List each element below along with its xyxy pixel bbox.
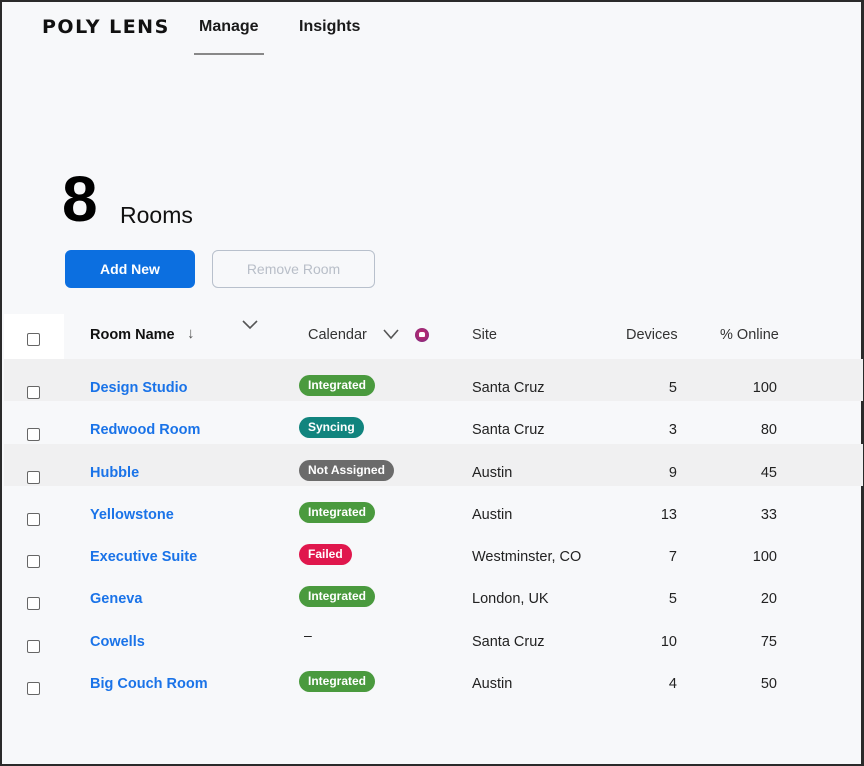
table-row: Cowells – Santa Cruz 10 75 [4, 613, 863, 655]
active-tab-indicator [194, 53, 264, 55]
row-checkbox[interactable] [27, 386, 40, 399]
devices-cell: 5 [668, 591, 677, 608]
table-row: Redwood Room Syncing Santa Cruz 3 80 [4, 401, 863, 443]
table-header: Room Name ↓ Calendar Site Devices % Onli… [4, 314, 863, 364]
rooms-table-body: Design Studio Integrated Santa Cruz 5 100 Red… [4, 359, 863, 697]
devices-cell: 9 [668, 464, 677, 481]
calendar-status-badge: Integrated [299, 586, 376, 608]
site-cell: Santa Cruz [472, 380, 545, 396]
app-window: POLY LENS Manage Insights 8 Rooms Add Ne… [0, 0, 864, 766]
arrow-down-icon[interactable]: ↓ [187, 325, 195, 342]
row-checkbox[interactable] [27, 639, 40, 653]
site-cell: Austin [472, 464, 513, 481]
room-count: 8 [62, 163, 98, 235]
site-cell: Austin [472, 506, 513, 523]
row-checkbox[interactable] [27, 428, 40, 442]
add-new-button[interactable]: Add New [65, 250, 195, 288]
row-checkbox[interactable] [27, 512, 40, 526]
row-checkbox[interactable] [27, 597, 40, 611]
remove-room-button[interactable]: Remove Room [212, 250, 375, 288]
row-checkbox[interactable] [27, 470, 40, 484]
column-header-calendar[interactable]: Calendar [308, 327, 367, 343]
room-name-link[interactable]: Executive Suite [90, 549, 197, 565]
row-checkbox[interactable] [27, 555, 40, 569]
room-name-link[interactable]: Cowells [90, 634, 145, 650]
calendar-status-badge: Not Assigned [299, 459, 394, 481]
online-percent-cell: 75 [760, 633, 777, 650]
calendar-status-badge: Failed [299, 544, 352, 566]
devices-cell: 4 [668, 676, 677, 693]
devices-cell: 7 [668, 549, 677, 566]
table-row: Big Couch Room Integrated Austin 4 50 [4, 655, 863, 697]
online-percent-cell: 80 [760, 422, 777, 439]
online-percent-cell: 45 [760, 464, 777, 481]
room-count-label: Rooms [120, 202, 193, 228]
calendar-status-badge: Integrated [299, 671, 376, 693]
tab-manage[interactable]: Manage [199, 18, 259, 36]
site-cell: London, UK [472, 591, 549, 608]
column-header-site[interactable]: Site [472, 327, 497, 343]
site-cell: Santa Cruz [472, 633, 545, 650]
online-percent-cell: 100 [752, 380, 777, 396]
room-name-link[interactable]: Geneva [90, 591, 142, 607]
row-checkbox[interactable] [27, 682, 40, 696]
online-percent-cell: 33 [760, 506, 777, 523]
room-name-link[interactable]: Hubble [90, 465, 139, 481]
table-row: Executive Suite Failed Westminster, CO 7 100 [4, 528, 863, 570]
online-percent-cell: 20 [760, 591, 777, 608]
online-percent-cell: 50 [760, 676, 777, 693]
room-name-link[interactable]: Redwood Room [90, 422, 200, 438]
room-name-link[interactable]: Design Studio [90, 380, 187, 396]
column-header-online[interactable]: % Online [720, 327, 779, 343]
chevron-down-icon[interactable] [241, 317, 259, 331]
site-cell: Austin [472, 676, 513, 693]
online-percent-cell: 100 [752, 549, 777, 566]
devices-cell: 13 [660, 506, 677, 523]
table-row: Geneva Integrated London, UK 5 20 [4, 570, 863, 612]
column-header-room-name[interactable]: Room Name [90, 327, 175, 343]
room-name-link[interactable]: Big Couch Room [90, 676, 208, 692]
devices-cell: 3 [668, 422, 677, 439]
calendar-provider-icon [415, 328, 429, 342]
calendar-status-badge: Syncing [299, 417, 364, 439]
site-cell: Westminster, CO [472, 549, 582, 566]
devices-cell: 5 [668, 380, 677, 396]
column-header-devices[interactable]: Devices [626, 327, 678, 343]
room-name-link[interactable]: Yellowstone [90, 507, 174, 523]
poly-lens-logo: POLY LENS [42, 16, 170, 38]
devices-cell: 10 [660, 633, 677, 650]
calendar-chevron-down-icon[interactable] [383, 328, 399, 340]
calendar-status-badge: Integrated [299, 501, 376, 523]
site-cell: Santa Cruz [472, 422, 545, 439]
table-row: Yellowstone Integrated Austin 13 33 [4, 486, 863, 528]
calendar-status-badge: Integrated [299, 375, 376, 396]
table-row: Hubble Not Assigned Austin 9 45 [4, 443, 863, 486]
tab-insights[interactable]: Insights [299, 18, 360, 36]
select-all-checkbox[interactable] [27, 333, 40, 346]
calendar-empty: – [304, 626, 312, 643]
table-row: Design Studio Integrated Santa Cruz 5 100 [4, 359, 863, 402]
